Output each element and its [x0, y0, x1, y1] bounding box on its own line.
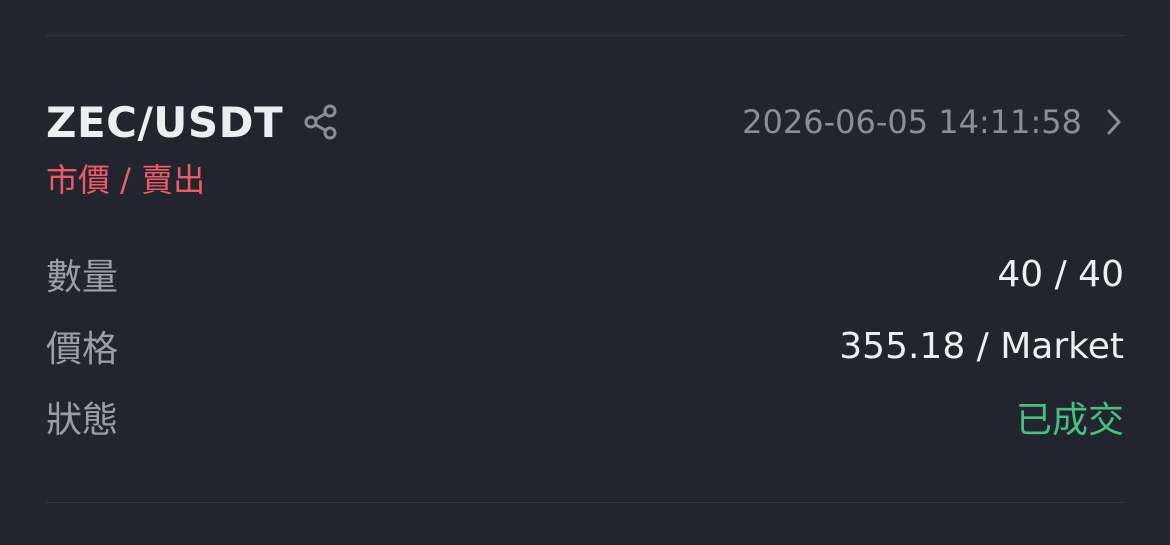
- share-button[interactable]: [299, 100, 343, 144]
- trading-pair-title: ZEC/USDT: [46, 98, 284, 147]
- status-row: 狀態 已成交: [46, 392, 1124, 442]
- order-timestamp: 2026-06-05 14:11:58: [742, 103, 1082, 141]
- quantity-label: 數量: [46, 257, 119, 298]
- price-row: 價格 355.18 / Market: [46, 321, 1124, 371]
- status-value: 已成交: [1015, 400, 1124, 441]
- share-icon: [301, 102, 341, 142]
- bottom-divider: [46, 502, 1124, 503]
- order-detail-link[interactable]: 2026-06-05 14:11:58: [742, 100, 1124, 144]
- quantity-value: 40 / 40: [997, 253, 1124, 295]
- order-type-side: 市價 / 賣出: [46, 161, 206, 199]
- chevron-right-icon: [1104, 100, 1124, 144]
- price-label: 價格: [46, 329, 119, 370]
- quantity-row: 數量 40 / 40: [46, 249, 1124, 299]
- price-value: 355.18 / Market: [839, 325, 1124, 367]
- order-card: ZEC/USDT 2026-06-05 14:11:58 市價 / 賣出 數量: [46, 36, 1124, 502]
- status-label: 狀態: [46, 400, 119, 441]
